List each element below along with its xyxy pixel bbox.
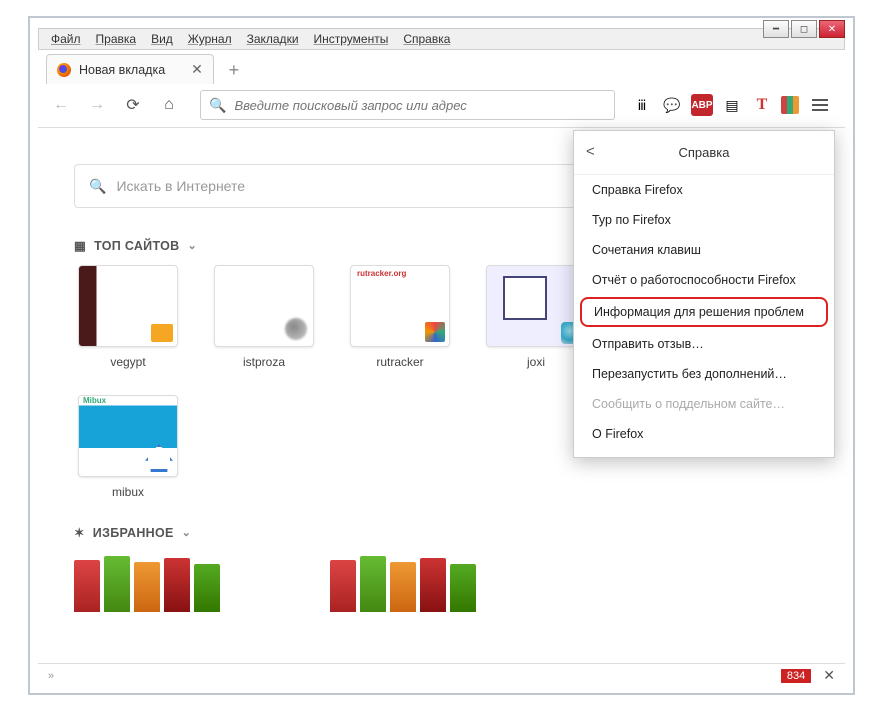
help-item-feedback[interactable]: Отправить отзыв… xyxy=(574,329,834,359)
maximize-button[interactable]: ◻ xyxy=(791,20,817,38)
chevron-down-icon: ⌄ xyxy=(182,526,192,539)
tile-thumb xyxy=(78,265,178,347)
new-tab-button[interactable]: + xyxy=(220,56,248,84)
help-item-report-site: Сообщить о поддельном сайте… xyxy=(574,389,834,419)
help-item-shortcuts[interactable]: Сочетания клавиш xyxy=(574,235,834,265)
tile-thumb xyxy=(486,265,586,347)
help-item-about-firefox[interactable]: О Firefox xyxy=(574,419,834,449)
window-controls: ━ ◻ ✕ xyxy=(763,20,845,38)
reader-icon[interactable]: ▤ xyxy=(721,94,743,116)
grid-icon: ▦ xyxy=(74,238,86,253)
back-button[interactable]: ← xyxy=(46,90,76,120)
favorites-tiles xyxy=(74,552,809,612)
library-icon[interactable]: ⅲ xyxy=(631,94,653,116)
tab-active[interactable]: Новая вкладка ✕ xyxy=(46,54,214,84)
menu-view[interactable]: Вид xyxy=(145,30,179,48)
menu-edit[interactable]: Правка xyxy=(90,30,143,48)
close-button[interactable]: ✕ xyxy=(819,20,845,38)
help-panel: < Справка Справка Firefox Тур по Firefox… xyxy=(573,130,835,458)
favorite-tile-1[interactable] xyxy=(74,552,220,612)
menu-file[interactable]: Файл xyxy=(45,30,87,48)
help-panel-title: Справка xyxy=(679,145,730,160)
t-extension-icon[interactable]: T xyxy=(751,94,773,116)
tile-thumb xyxy=(78,395,178,477)
tab-title: Новая вкладка xyxy=(79,63,165,77)
tile-thumb xyxy=(350,265,450,347)
tile-label: mibux xyxy=(112,485,144,499)
tile-thumb xyxy=(214,265,314,347)
help-item-health-report[interactable]: Отчёт о работоспособности Firefox xyxy=(574,265,834,295)
star-icon: ✶ xyxy=(74,525,85,540)
books-extension-icon[interactable] xyxy=(781,96,799,114)
app-menu-button[interactable] xyxy=(807,99,833,111)
menu-tools[interactable]: Инструменты xyxy=(308,30,395,48)
help-back-icon[interactable]: < xyxy=(586,143,595,160)
tab-close-icon[interactable]: ✕ xyxy=(191,61,203,78)
menu-help[interactable]: Справка xyxy=(397,30,456,48)
firefox-icon xyxy=(57,63,71,77)
url-input[interactable] xyxy=(234,98,606,113)
top-sites-label: ТОП САЙТОВ xyxy=(94,239,179,253)
favorites-header[interactable]: ✶ ИЗБРАННОЕ ⌄ xyxy=(74,525,809,540)
tile-istproza[interactable]: istproza xyxy=(210,265,318,369)
chat-icon[interactable]: 💬 xyxy=(661,94,683,116)
status-chevrons-icon[interactable]: » xyxy=(48,670,54,682)
forward-button[interactable]: → xyxy=(82,90,112,120)
adblock-icon[interactable]: ABP xyxy=(691,94,713,116)
tabstrip: Новая вкладка ✕ + xyxy=(38,50,845,84)
tile-vegypt[interactable]: vegypt xyxy=(74,265,182,369)
nav-toolbar: ← → ⟳ ⌂ 🔍 ⅲ 💬 ABP ▤ T xyxy=(38,84,845,126)
status-badge[interactable]: 834 xyxy=(781,669,811,683)
content-search-placeholder: Искать в Интернете xyxy=(116,178,245,194)
favorites-label: ИЗБРАННОЕ xyxy=(93,526,174,540)
help-item-restart-noaddons[interactable]: Перезапустить без дополнений… xyxy=(574,359,834,389)
chevron-down-icon: ⌄ xyxy=(187,239,197,252)
toolbar-right: ⅲ 💬 ABP ▤ T xyxy=(631,94,837,116)
browser-chrome: Новая вкладка ✕ + ← → ⟳ ⌂ 🔍 ⅲ 💬 ABP ▤ T xyxy=(38,50,845,128)
help-item-troubleshooting[interactable]: Информация для решения проблем xyxy=(580,297,828,327)
home-button[interactable]: ⌂ xyxy=(154,90,184,120)
reload-button[interactable]: ⟳ xyxy=(118,90,148,120)
help-item-firefox-help[interactable]: Справка Firefox xyxy=(574,175,834,205)
tile-label: joxi xyxy=(527,355,545,369)
search-icon: 🔍 xyxy=(89,178,106,195)
url-bar[interactable]: 🔍 xyxy=(200,90,615,120)
minimize-button[interactable]: ━ xyxy=(763,20,789,38)
help-item-firefox-tour[interactable]: Тур по Firefox xyxy=(574,205,834,235)
tile-label: vegypt xyxy=(110,355,145,369)
favorite-tile-2[interactable] xyxy=(330,552,476,612)
help-panel-header: < Справка xyxy=(574,131,834,175)
tile-label: istproza xyxy=(243,355,285,369)
menu-history[interactable]: Журнал xyxy=(182,30,238,48)
status-bar: » 834 ✕ xyxy=(38,663,845,687)
menu-bookmarks[interactable]: Закладки xyxy=(241,30,305,48)
tile-mibux[interactable]: mibux xyxy=(74,395,182,499)
menubar: Файл Правка Вид Журнал Закладки Инструме… xyxy=(38,28,845,50)
tile-rutracker[interactable]: rutracker xyxy=(346,265,454,369)
search-icon: 🔍 xyxy=(209,97,226,114)
tile-label: rutracker xyxy=(376,355,423,369)
status-close-icon[interactable]: ✕ xyxy=(823,667,835,684)
